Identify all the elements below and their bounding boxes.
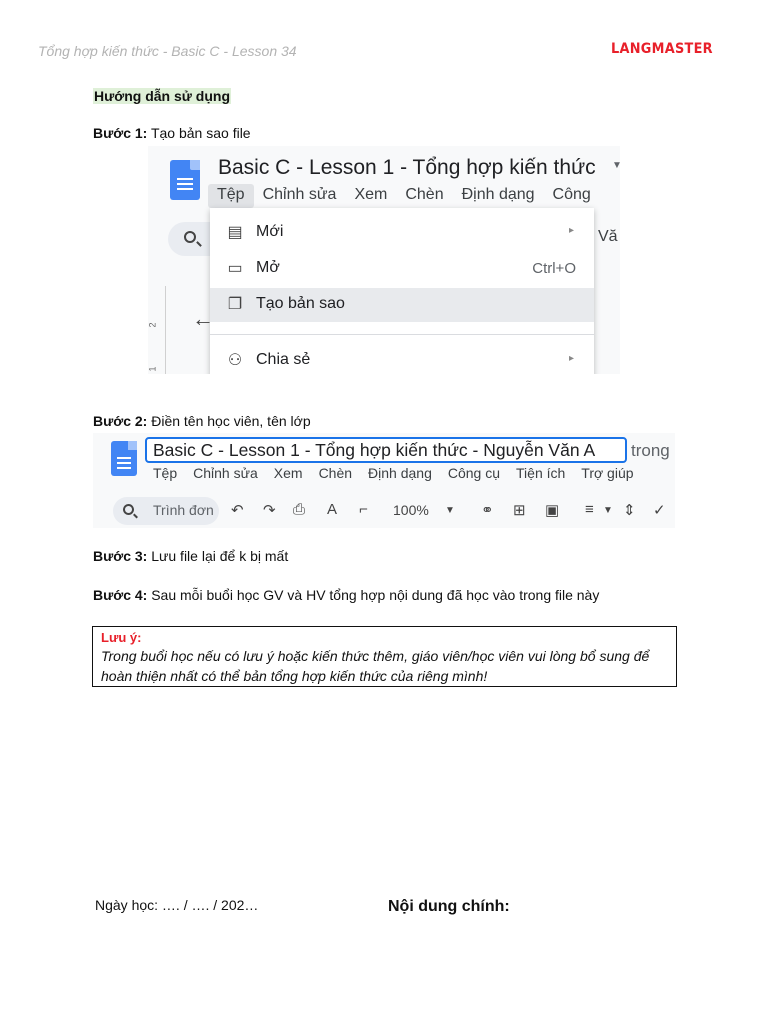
step-text: Lưu file lại để k bị mất [147, 548, 289, 564]
undo-icon[interactable]: ↶ [231, 501, 244, 519]
step-1: Bước 1: Tạo bản sao file [93, 125, 251, 141]
folder-icon: ▭ [227, 260, 243, 277]
print-icon[interactable]: ⎙ [293, 501, 305, 518]
caret-down-icon: ▼ [603, 505, 613, 516]
submenu-arrow-icon: ▸ [568, 225, 574, 236]
note-body: Trong buổi học nếu có lưu ý hoặc kiến th… [101, 648, 650, 684]
link-icon[interactable]: ⚭ [481, 501, 494, 519]
caret-down-icon: ▼ [612, 160, 620, 171]
step-label: Bước 1: [93, 125, 148, 141]
google-docs-icon [170, 160, 200, 200]
menu-format[interactable]: Định dạng [360, 465, 440, 481]
step-2: Bước 2: Điền tên học viên, tên lớp [93, 413, 311, 429]
file-dropdown-menu: ▤ Mới ▸ ▭ Mở Ctrl+O ❐ Tạo bản sao ⚇ Chia… [210, 208, 594, 374]
ruler-mark: 2 [148, 322, 158, 328]
share-person-icon: ⚇ [227, 352, 243, 369]
menu-item-new[interactable]: ▤ Mới ▸ [210, 216, 594, 250]
step-3: Bước 3: Lưu file lại để k bị mất [93, 548, 288, 564]
menu-item-label: Chia sẻ [256, 351, 311, 368]
menu-item-label: Mới [256, 223, 284, 240]
menu-file[interactable]: Tệp [145, 465, 185, 481]
comment-icon[interactable]: ⊞ [513, 501, 526, 519]
spellcheck-icon[interactable]: A [327, 501, 337, 518]
step-text: Tạo bản sao file [147, 125, 251, 141]
menu-insert[interactable]: Chèn [311, 465, 360, 481]
search-menus[interactable]: Trình đơn [113, 497, 219, 525]
step-label: Bước 4: [93, 587, 148, 603]
document-title-text: Basic C - Lesson 1 - Tổng hợp kiến thức … [153, 440, 596, 460]
header-title: Tổng hợp kiến thức - Basic C - Lesson 34 [38, 43, 297, 59]
rename-screenshot: Basic C - Lesson 1 - Tổng hợp kiến thức … [93, 433, 675, 528]
document-icon: ▤ [227, 224, 243, 241]
google-docs-icon [111, 441, 137, 476]
menu-bar: Tệp Chỉnh sửa Xem Chèn Định dạng Công cụ… [145, 465, 642, 481]
step-4: Bước 4: Sau mỗi buổi học GV và HV tổng h… [93, 587, 599, 603]
langmaster-logo: LANGMASTER [611, 41, 713, 57]
menu-edit[interactable]: Chỉnh sửa [254, 184, 346, 208]
menu-extensions[interactable]: Tiện ích [508, 465, 573, 481]
menu-view[interactable]: Xem [266, 465, 311, 481]
shortcut-label: Ctrl+O [532, 260, 576, 277]
toolbar: Trình đơn ↶ ↷ ⎙ A ⌐ 100% ▼ ⚭ ⊞ ▣ ≡ ▼ ⇕ ✓ [113, 497, 675, 527]
redo-icon[interactable]: ↷ [263, 501, 276, 519]
copy-icon: ❐ [227, 296, 243, 313]
align-icon[interactable]: ≡ [585, 501, 594, 518]
menu-item-share[interactable]: ⚇ Chia sẻ ▸ [210, 344, 594, 374]
image-icon[interactable]: ▣ [545, 501, 559, 519]
step-text: Sau mỗi buổi học GV và HV tổng hợp nội d… [147, 587, 600, 603]
menu-item-open[interactable]: ▭ Mở Ctrl+O [210, 252, 594, 286]
guide-heading: Hướng dẫn sử dụng [93, 88, 231, 104]
menu-insert[interactable]: Chèn [396, 184, 452, 208]
paint-format-icon[interactable]: ⌐ [359, 501, 368, 518]
menu-tools[interactable]: Công [544, 184, 600, 208]
menu-help[interactable]: Trợ giúp [573, 465, 641, 481]
menu-item-label: Tạo bản sao [256, 295, 345, 312]
menu-bar: Tệp Chỉnh sửa Xem Chèn Định dạng Công [208, 184, 600, 208]
file-menu-screenshot: Basic C - Lesson 1 - Tổng hợp kiến thức … [148, 146, 620, 374]
search-label: Trình đơn [153, 502, 214, 518]
zoom-select[interactable]: 100% [393, 502, 429, 518]
main-content-heading: Nội dung chính: [388, 898, 510, 915]
document-title-input[interactable]: Basic C - Lesson 1 - Tổng hợp kiến thức … [145, 437, 627, 463]
menu-divider [210, 334, 594, 335]
note-title: Lưu ý: [101, 630, 142, 645]
checklist-icon[interactable]: ✓ [653, 501, 666, 519]
menu-item-make-copy[interactable]: ❐ Tạo bản sao [210, 288, 594, 322]
ruler-mark: 1 [148, 366, 158, 372]
step-text: Điền tên học viên, tên lớp [147, 413, 311, 429]
menu-format[interactable]: Định dạng [453, 184, 544, 208]
submenu-arrow-icon: ▸ [568, 353, 574, 364]
step-label: Bước 2: [93, 413, 148, 429]
menu-view[interactable]: Xem [345, 184, 396, 208]
study-date: Ngày học: …. / …. / 202… [95, 897, 259, 913]
vertical-ruler: 2 1 [148, 286, 166, 374]
search-icon [184, 231, 196, 243]
step-label: Bước 3: [93, 548, 148, 564]
document-title: Basic C - Lesson 1 - Tổng hợp kiến thức [218, 156, 596, 179]
caret-down-icon: ▼ [445, 505, 455, 516]
line-spacing-icon[interactable]: ⇕ [623, 501, 636, 519]
menu-file[interactable]: Tệp [208, 184, 254, 208]
title-trailing-text: trong [631, 441, 670, 460]
note-box: Lưu ý: Trong buổi học nếu có lưu ý hoặc … [92, 626, 677, 687]
search-icon [123, 504, 134, 515]
menu-item-label: Mở [256, 259, 280, 276]
menu-tools[interactable]: Công cụ [440, 465, 508, 481]
menu-edit[interactable]: Chỉnh sửa [185, 465, 266, 481]
style-fragment: Vă [598, 228, 618, 245]
